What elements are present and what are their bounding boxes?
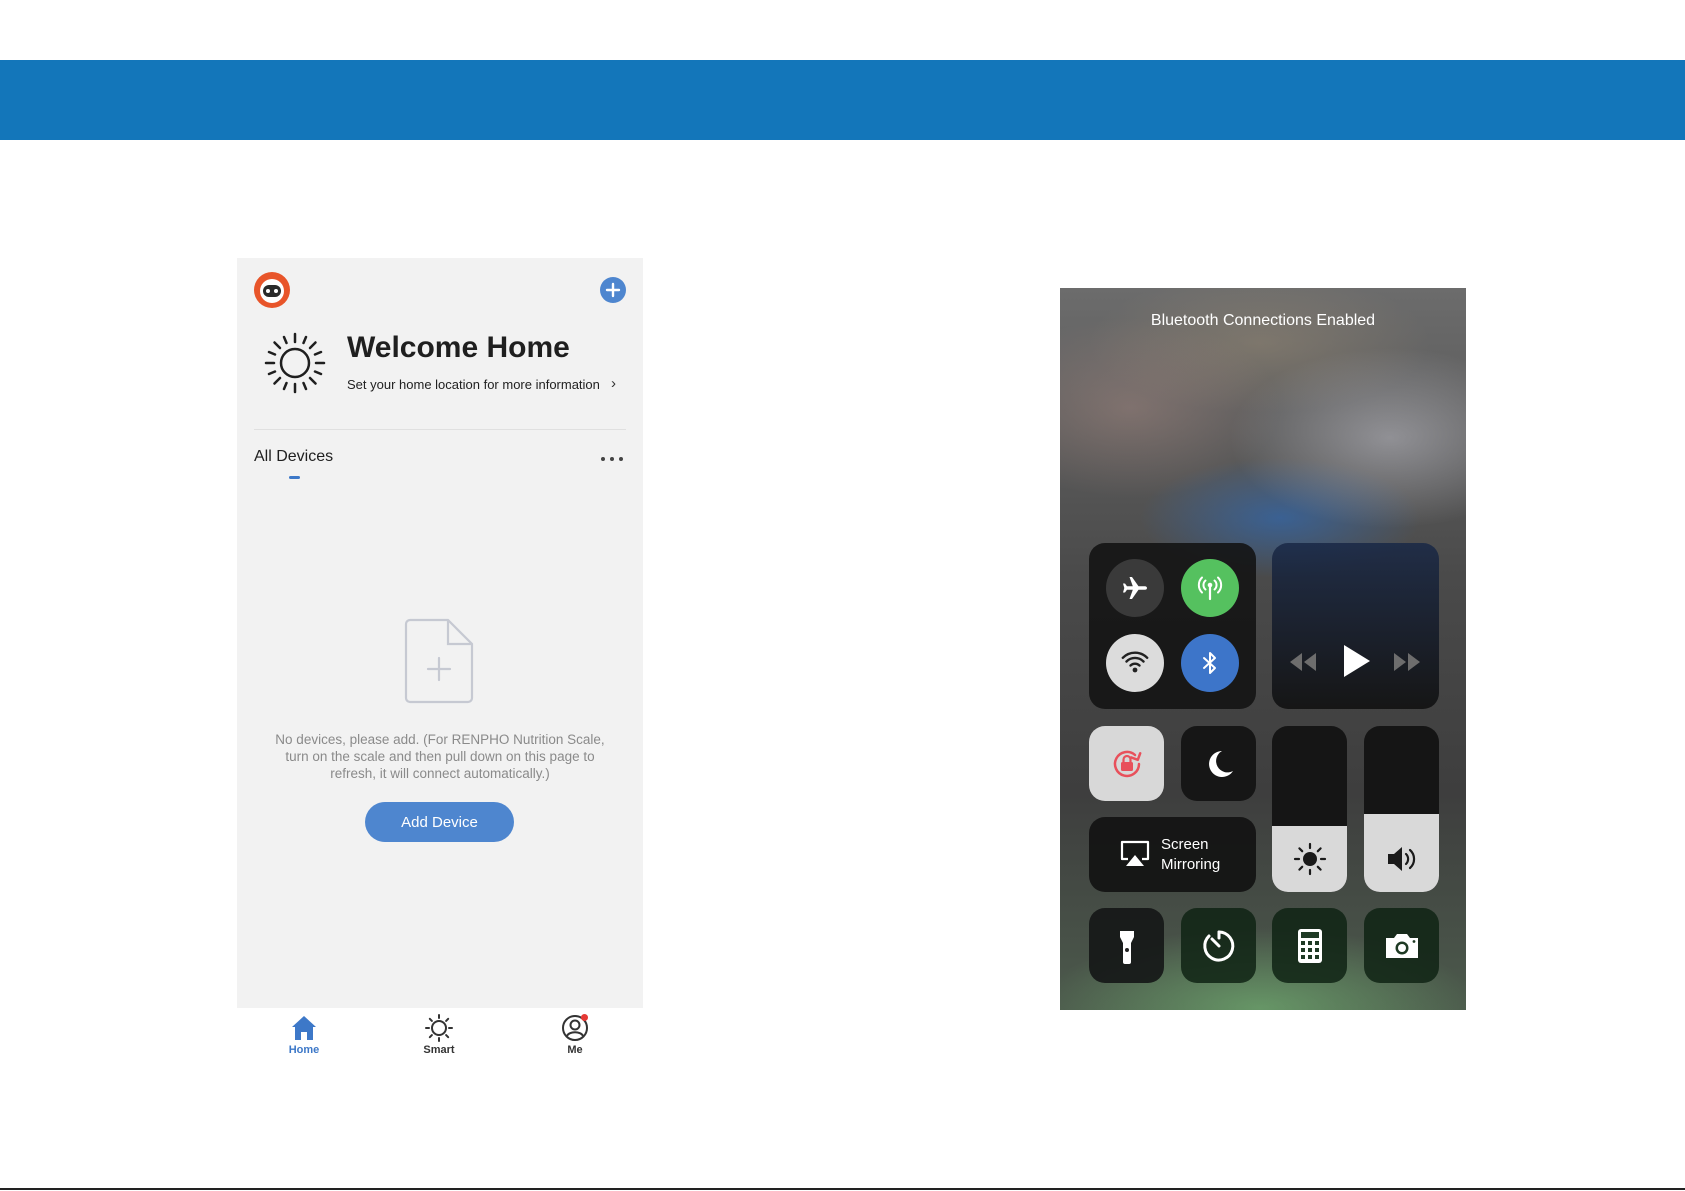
top-banner: [0, 60, 1685, 140]
screen-mirroring-label: Screen Mirroring: [1161, 836, 1221, 873]
rotation-lock-toggle[interactable]: [1089, 726, 1164, 801]
home-icon: [292, 1016, 316, 1040]
camera-icon: [1385, 933, 1418, 958]
brightness-slider[interactable]: [1272, 726, 1347, 892]
bluetooth-status-text: Bluetooth Connections Enabled: [1150, 312, 1376, 329]
camera-button[interactable]: [1364, 908, 1439, 983]
wifi-icon: [1121, 651, 1149, 673]
divider: [254, 429, 626, 430]
nav-label-home: Home: [288, 1044, 320, 1056]
control-center-screen: Bluetooth Connections Enabled Screen Mir…: [1060, 288, 1466, 1010]
media-panel: [1272, 543, 1439, 709]
home-location-prompt[interactable]: Set your home location for more informat…: [347, 377, 617, 392]
weather-sun-icon: [264, 332, 326, 394]
cellular-data-toggle[interactable]: [1181, 559, 1239, 617]
empty-devices-message: No devices, please add. (For RENPHO Nutr…: [275, 732, 605, 781]
moon-icon: [1208, 750, 1233, 777]
tab-all-devices[interactable]: All Devices: [254, 448, 333, 466]
antenna-icon: [1197, 576, 1223, 601]
calculator-icon: [1297, 928, 1322, 963]
nav-label-smart: Smart: [423, 1044, 455, 1056]
airplay-icon: [1120, 840, 1150, 866]
page-bottom-rule: [0, 1188, 1685, 1190]
bluetooth-toggle[interactable]: [1181, 634, 1239, 692]
connectivity-panel: [1089, 543, 1256, 709]
rewind-icon[interactable]: [1288, 651, 1318, 673]
add-device-button[interactable]: Add Device: [365, 802, 514, 842]
timer-icon: [1202, 930, 1234, 961]
nav-item-me[interactable]: Me: [535, 1013, 615, 1056]
welcome-title: Welcome Home: [347, 331, 570, 364]
robot-avatar-icon[interactable]: [254, 272, 290, 308]
chevron-right-icon[interactable]: ›: [611, 375, 616, 392]
airplane-icon: [1123, 577, 1147, 599]
timer-button[interactable]: [1181, 908, 1256, 983]
fast-forward-icon[interactable]: [1392, 651, 1422, 673]
speaker-icon: [1388, 847, 1416, 871]
do-not-disturb-toggle[interactable]: [1181, 726, 1256, 801]
flashlight-button[interactable]: [1089, 908, 1164, 983]
play-icon[interactable]: [1339, 643, 1373, 679]
calculator-button[interactable]: [1272, 908, 1347, 983]
nav-label-me: Me: [567, 1044, 583, 1056]
add-file-icon: [404, 618, 474, 704]
wifi-toggle[interactable]: [1106, 634, 1164, 692]
bluetooth-icon: [1203, 652, 1216, 674]
app-home-screen: Welcome Home Set your home location for …: [237, 258, 643, 1070]
nav-item-smart[interactable]: Smart: [399, 1013, 479, 1056]
nav-item-home[interactable]: Home: [264, 1013, 344, 1056]
volume-slider[interactable]: [1364, 726, 1439, 892]
add-icon[interactable]: [600, 277, 626, 303]
brightness-icon: [1293, 842, 1327, 876]
rotation-lock-icon: [1113, 750, 1141, 777]
user-icon: [562, 1014, 588, 1041]
flashlight-icon: [1119, 930, 1134, 964]
screen-mirroring-button[interactable]: Screen Mirroring: [1089, 817, 1256, 892]
airplane-mode-toggle[interactable]: [1106, 559, 1164, 617]
tab-active-indicator: [289, 476, 300, 479]
sun-icon: [425, 1014, 453, 1042]
more-options-icon[interactable]: [601, 454, 623, 464]
